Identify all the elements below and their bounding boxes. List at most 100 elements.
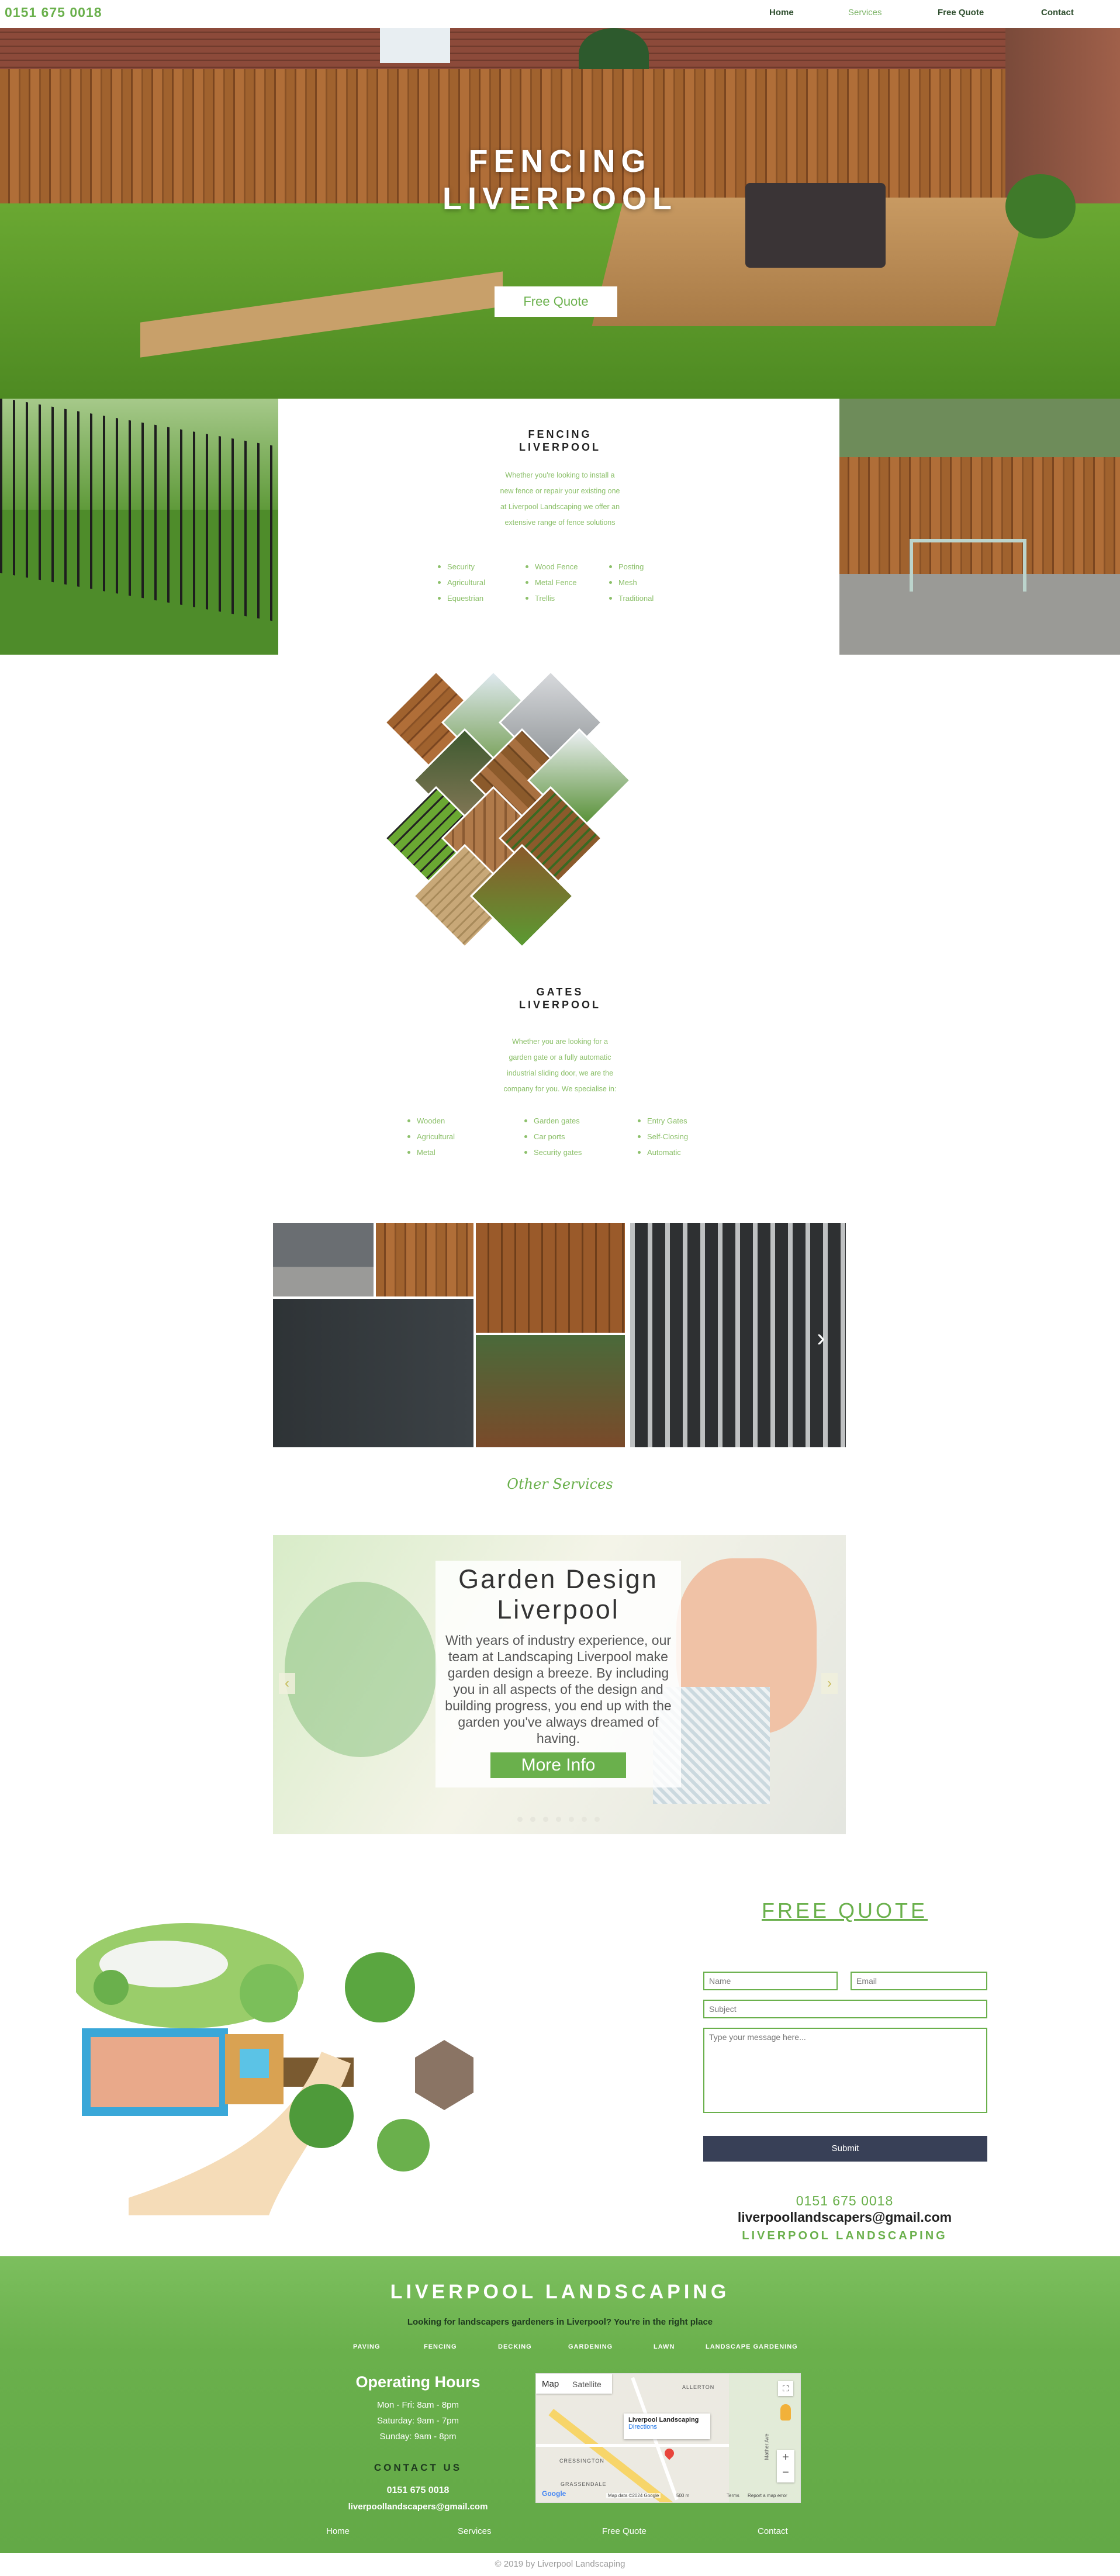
gates-description: Whether you are looking for a garden gat… [503, 1038, 617, 1093]
nav-home[interactable]: Home [769, 8, 794, 18]
map-tab-map[interactable]: Map [542, 2379, 559, 2389]
nav-contact[interactable]: Contact [1041, 8, 1074, 18]
footer-link-lawn[interactable]: LAWN [654, 2343, 675, 2350]
map-pegman-icon[interactable] [780, 2404, 791, 2421]
list-item: Garden gates [522, 1113, 582, 1129]
slide-dot[interactable] [569, 1817, 574, 1822]
footer-link-decking[interactable]: DECKING [498, 2343, 532, 2350]
fencing-title: FENCING LIVERPOOL [518, 428, 601, 453]
site-header: 0151 675 0018 Home Services Free Quote C… [0, 0, 1120, 28]
slide-dot[interactable] [594, 1817, 600, 1822]
gallery-image[interactable] [476, 1223, 625, 1333]
footer-title: LIVERPOOL LANDSCAPING [390, 2281, 730, 2303]
header-phone[interactable]: 0151 675 0018 [5, 5, 102, 20]
email-field[interactable] [851, 1972, 987, 1990]
gallery-image[interactable] [476, 1335, 625, 1447]
list-item: Trellis [523, 590, 578, 606]
fencing-list-col3: Posting Mesh Traditional [607, 559, 654, 606]
more-info-button[interactable]: More Info [490, 1752, 626, 1778]
list-item: Wood Fence [523, 559, 578, 575]
gates-title: GATES LIVERPOOL [518, 986, 601, 1011]
gates-list-col2: Garden gates Car ports Security gates [522, 1113, 582, 1160]
list-item: Metal [405, 1144, 455, 1160]
hours-title: Operating Hours [355, 2373, 481, 2391]
footer-link-fencing[interactable]: FENCING [424, 2343, 457, 2350]
footer-nav-home[interactable]: Home [326, 2526, 350, 2536]
list-item: Automatic [635, 1144, 688, 1160]
slide-dot[interactable] [556, 1817, 561, 1822]
map-terms-link[interactable]: Terms [727, 2493, 739, 2498]
list-item: Posting [607, 559, 654, 575]
submit-button[interactable]: Submit [703, 2136, 987, 2162]
slide-dot[interactable] [582, 1817, 587, 1822]
contact-title: CONTACT US [374, 2462, 462, 2473]
slide-prev-icon[interactable]: ‹ [279, 1673, 295, 1694]
fencing-description: Whether you're looking to install a new … [500, 471, 620, 527]
slide-dot[interactable] [543, 1817, 548, 1822]
list-item: Mesh [607, 575, 654, 590]
message-field[interactable] [703, 2028, 987, 2113]
copyright: © 2019 by Liverpool Landscaping [495, 2559, 625, 2569]
hero-banner: FENCING LIVERPOOL Free Quote [0, 28, 1120, 399]
quote-brand: LIVERPOOL LANDSCAPING [742, 2229, 948, 2242]
fencing-list-col2: Wood Fence Metal Fence Trellis [523, 559, 578, 606]
gallery-image[interactable] [273, 1299, 473, 1447]
other-services-heading: Other Services [507, 1476, 613, 1492]
fence-gallery [380, 666, 740, 953]
slide-next-icon[interactable]: › [821, 1673, 838, 1694]
footer-email[interactable]: liverpoollandscapers@gmail.com [327, 2502, 509, 2512]
gallery-next-icon[interactable]: › [817, 1323, 825, 1353]
subject-field[interactable] [703, 2000, 987, 2018]
hero-title-line2: LIVERPOOL [442, 181, 678, 216]
list-item: Equestrian [435, 590, 485, 606]
hours-sunday: Sunday: 9am - 8pm [379, 2432, 457, 2442]
nav-services[interactable]: Services [848, 8, 882, 18]
site-footer: LIVERPOOL LANDSCAPING Looking for landsc… [0, 2256, 1120, 2576]
gallery-image[interactable] [376, 1223, 473, 1296]
footer-nav-free-quote[interactable]: Free Quote [602, 2526, 647, 2536]
list-item: Metal Fence [523, 575, 578, 590]
fencing-list-col1: Security Agricultural Equestrian [435, 559, 485, 606]
list-item: Wooden [405, 1113, 455, 1129]
map-zoom-control[interactable]: + − [777, 2450, 794, 2482]
list-item: Agricultural [405, 1129, 455, 1144]
quote-email[interactable]: liverpoollandscapers@gmail.com [701, 2210, 988, 2225]
name-field[interactable] [703, 1972, 838, 1990]
nav-free-quote[interactable]: Free Quote [938, 8, 984, 18]
footer-tagline: Looking for landscapers gardeners in Liv… [407, 2317, 713, 2327]
slide-caption: Garden Design Liverpool With years of in… [435, 1561, 681, 1787]
map-directions-link[interactable]: Directions [628, 2423, 706, 2430]
map-report-link[interactable]: Report a map error [748, 2493, 787, 2498]
map-fullscreen-icon[interactable]: ⛶ [778, 2381, 793, 2396]
hours-weekdays: Mon - Fri: 8am - 8pm [376, 2400, 459, 2410]
footer-link-gardening[interactable]: GARDENING [568, 2343, 613, 2350]
hero-title-line1: FENCING [468, 144, 652, 179]
gates-list-col3: Entry Gates Self-Closing Automatic [635, 1113, 688, 1160]
list-item: Traditional [607, 590, 654, 606]
location-map[interactable]: Map Satellite Liverpool Landscaping Dire… [535, 2373, 801, 2503]
list-item: Agricultural [435, 575, 485, 590]
quote-phone[interactable]: 0151 675 0018 [701, 2193, 988, 2209]
list-item: Entry Gates [635, 1113, 688, 1129]
gates-list-col1: Wooden Agricultural Metal [405, 1113, 455, 1160]
slide-dot[interactable] [517, 1817, 523, 1822]
gallery-image[interactable] [630, 1223, 846, 1447]
hero-title: FENCING LIVERPOOL [0, 143, 1120, 217]
list-item: Security [435, 559, 485, 575]
map-tab-satellite[interactable]: Satellite [572, 2380, 602, 2389]
footer-link-landscape-gardening[interactable]: LANDSCAPE GARDENING [706, 2343, 798, 2350]
hours-saturday: Saturday: 9am - 7pm [376, 2416, 459, 2426]
footer-nav-services[interactable]: Services [458, 2526, 492, 2536]
free-quote-heading: FREE QUOTE [761, 1899, 928, 1923]
gates-gallery: › [273, 1223, 846, 1447]
footer-phone[interactable]: 0151 675 0018 [327, 2485, 509, 2496]
gallery-image[interactable] [273, 1223, 374, 1296]
footer-nav-contact[interactable]: Contact [758, 2526, 788, 2536]
list-item: Self-Closing [635, 1129, 688, 1144]
slide-dot[interactable] [530, 1817, 535, 1822]
map-info-card: Liverpool Landscaping Directions [624, 2414, 710, 2439]
footer-link-paving[interactable]: PAVING [353, 2343, 381, 2350]
hero-free-quote-button[interactable]: Free Quote [495, 286, 617, 317]
google-logo: Google [542, 2489, 566, 2498]
slide-title: Garden Design Liverpool [458, 1564, 658, 1624]
